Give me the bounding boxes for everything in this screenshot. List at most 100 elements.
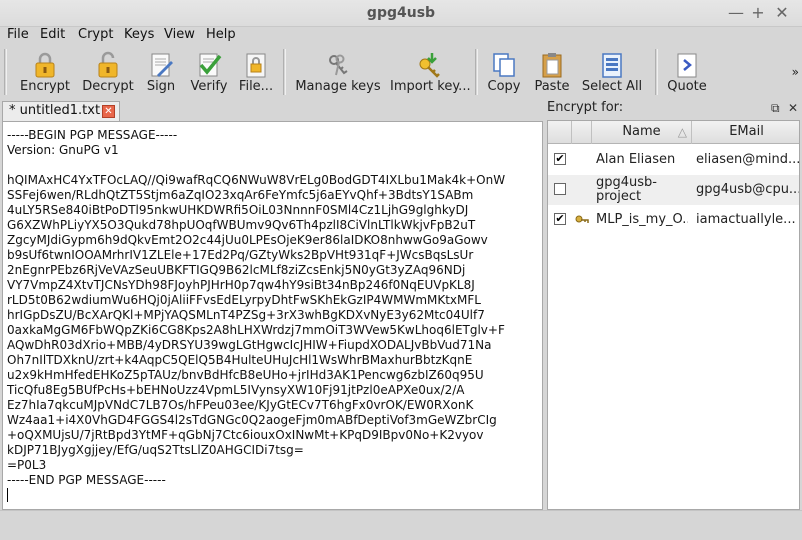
editor-content: -----BEGIN PGP MESSAGE----- Version: GnuP… [7,128,538,488]
key-list: Name △ EMail ✔ Alan Eliasen eliasen@mind… [547,120,800,510]
editor-line: -----END PGP MESSAGE----- [7,473,166,487]
select-all-icon [602,53,622,78]
decrypt-label: Decrypt [82,79,134,94]
key-checkbox[interactable]: ✔ [554,213,566,225]
select-all-button[interactable]: Select All [580,49,644,95]
editor-line: TicQfu8Eg5BUfPcHs+bEHNoUzz4VpmL5IVynsyXW… [7,383,465,397]
header-checkbox-column[interactable] [548,121,572,144]
toolbar-overflow-button[interactable]: » [792,65,799,79]
key-checkbox[interactable] [554,183,566,195]
panel-header: Encrypt for: ⧉ ✕ [545,99,802,118]
sign-label: Sign [146,79,176,94]
header-email-label: EMail [729,124,764,139]
menu-file[interactable]: File [7,27,29,45]
toolbar: Encrypt Decrypt Sign Verify File... Mana… [0,45,802,99]
key-name: MLP_is_my_O... [596,212,688,227]
toolbar-grip[interactable] [4,49,7,95]
menu-help[interactable]: Help [206,27,236,45]
tab-close-icon[interactable]: ✕ [102,105,115,118]
import-key-icon [419,53,440,78]
status-bar [0,510,802,540]
header-name[interactable]: Name △ [592,121,692,144]
editor-line: G6XZWhPLiyYX5O3Qukd78hpUOqfWBUmv9Qv6Th4p… [7,218,476,232]
menu-edit[interactable]: Edit [40,27,65,45]
editor-line: VY7VmpZ4XtvTJCNsYDh98FJoyhPJHrH0p7qw4hY9… [7,278,475,292]
editor-line: ZgcyMJdiGypm6h9dQkvEmt2O2c44jUu0LPEsOjeK… [7,233,488,247]
minimize-button[interactable]: — [726,3,746,23]
verify-check-icon [199,53,222,77]
editor-line: b9sUf6twnIOOAMrhrIV1ZLEle+17Ed2Pq/GZtyWk… [7,248,474,262]
toolbar-grip[interactable] [655,49,658,95]
lock-open-icon [98,51,118,78]
window-title: gpg4usb [366,5,436,21]
menu-view[interactable]: View [164,27,195,45]
tab-untitled1[interactable]: * untitled1.txt ✕ [2,101,120,121]
menu-bar: File Edit Crypt Keys View Help [0,27,802,45]
header-email[interactable]: EMail [692,121,799,144]
editor-line: SSFej6wen/RLdhQtZT5Stjm6aZqIO23xqAr6FeYm… [7,188,474,202]
float-panel-icon[interactable]: ⧉ [771,99,780,117]
file-menu-button[interactable]: File... [236,49,276,95]
editor-line: AQwDhR03dXrio+MBB/4yDRSYU39wgLGtHgwcIcJH… [7,338,492,352]
copy-button[interactable]: Copy [484,49,524,95]
menu-keys[interactable]: Keys [124,27,154,45]
verify-label: Verify [190,79,228,94]
editor-line: kDJP71BJygXgjjey/EfG/uqS2TtsLlZ0AHGCIDi7… [7,443,304,457]
key-name: gpg4usb-project [596,175,657,204]
editor-line: =P0L3 [7,458,47,472]
editor-line: u2x9kHmHfedEHKoZ5pTAUz/bnvBdHfcB8eUHo+jr… [7,368,484,382]
title-bar: gpg4usb — + ✕ [0,0,802,27]
header-icon-column[interactable] [572,121,592,144]
paste-button[interactable]: Paste [530,49,574,95]
copy-label: Copy [487,79,521,94]
menu-crypt[interactable]: Crypt [78,27,113,45]
editor-line: -----BEGIN PGP MESSAGE----- [7,128,178,142]
header-name-label: Name [622,124,661,139]
sign-document-icon [151,53,173,77]
lock-closed-icon [35,52,55,78]
key-row[interactable]: ✔ MLP_is_my_O... iamactuallyle... [548,205,799,235]
quote-label: Quote [667,79,707,94]
keys-icon [329,54,348,76]
editor-line: Oh7nIlTDXknU/zrt+k4AqpC5QElQ5B4HulteUHuJ… [7,353,473,367]
encrypt-label: Encrypt [20,79,70,94]
key-list-header: Name △ EMail [548,121,799,144]
key-name: Alan Eliasen [596,152,676,167]
manage-keys-label: Manage keys [295,79,381,94]
sign-button[interactable]: Sign [140,49,182,95]
key-email: gpg4usb@cpu... [696,182,800,197]
editor-line: rLD5t0B62wdiumWu6HQj0jAliiFFvsEdELyrpyDh… [7,293,481,307]
editor-line: hrIGpDsZU/BcXArQKl+MPjYAQSMLnT4PZSg+3rX3… [7,308,485,322]
verify-button[interactable]: Verify [186,49,232,95]
key-row[interactable]: ✔ Alan Eliasen eliasen@mind... [548,145,800,175]
paste-icon [542,53,562,78]
file-lock-icon [246,53,266,78]
quote-button[interactable]: Quote [664,49,710,95]
paste-label: Paste [534,79,570,94]
maximize-button[interactable]: + [748,3,768,23]
key-checkbox[interactable]: ✔ [554,153,566,165]
copy-icon [493,53,515,77]
encrypt-for-panel: Encrypt for: ⧉ ✕ Name △ EMail ✔ Alan Eli… [545,99,802,510]
close-window-button[interactable]: ✕ [772,3,792,23]
tab-bar: * untitled1.txt ✕ [0,99,545,121]
file-menu-label: File... [238,79,274,94]
encrypt-button[interactable]: Encrypt [14,49,76,95]
manage-keys-button[interactable]: Manage keys [294,49,382,95]
decrypt-button[interactable]: Decrypt [80,49,136,95]
key-email: eliasen@mind... [696,152,800,167]
import-key-button[interactable]: Import key... [390,49,471,95]
key-row[interactable]: gpg4usb-project gpg4usb@cpu... [548,175,800,205]
import-key-label: Import key... [390,79,471,94]
text-caret [7,488,8,502]
toolbar-grip[interactable] [283,49,286,95]
close-panel-icon[interactable]: ✕ [788,99,798,117]
sort-ascending-icon: △ [677,125,687,139]
key-email: iamactuallyle... [696,212,796,227]
editor-line: Wz4aa1+i4X0VhGD4FGGS4l2sTdGNGc0Q2aogeFjm… [7,413,497,427]
editor-line: 4uLY5RSe840iBtPoDTl95nkwUHKDWRfi5OiL03Nn… [7,203,469,217]
text-editor[interactable]: -----BEGIN PGP MESSAGE----- Version: GnuP… [2,121,543,510]
toolbar-grip[interactable] [475,49,478,95]
editor-line: +oQXMUjsU/7jRtBpd3YtMF+qGbNj7Ctc6iouxOxI… [7,428,484,442]
